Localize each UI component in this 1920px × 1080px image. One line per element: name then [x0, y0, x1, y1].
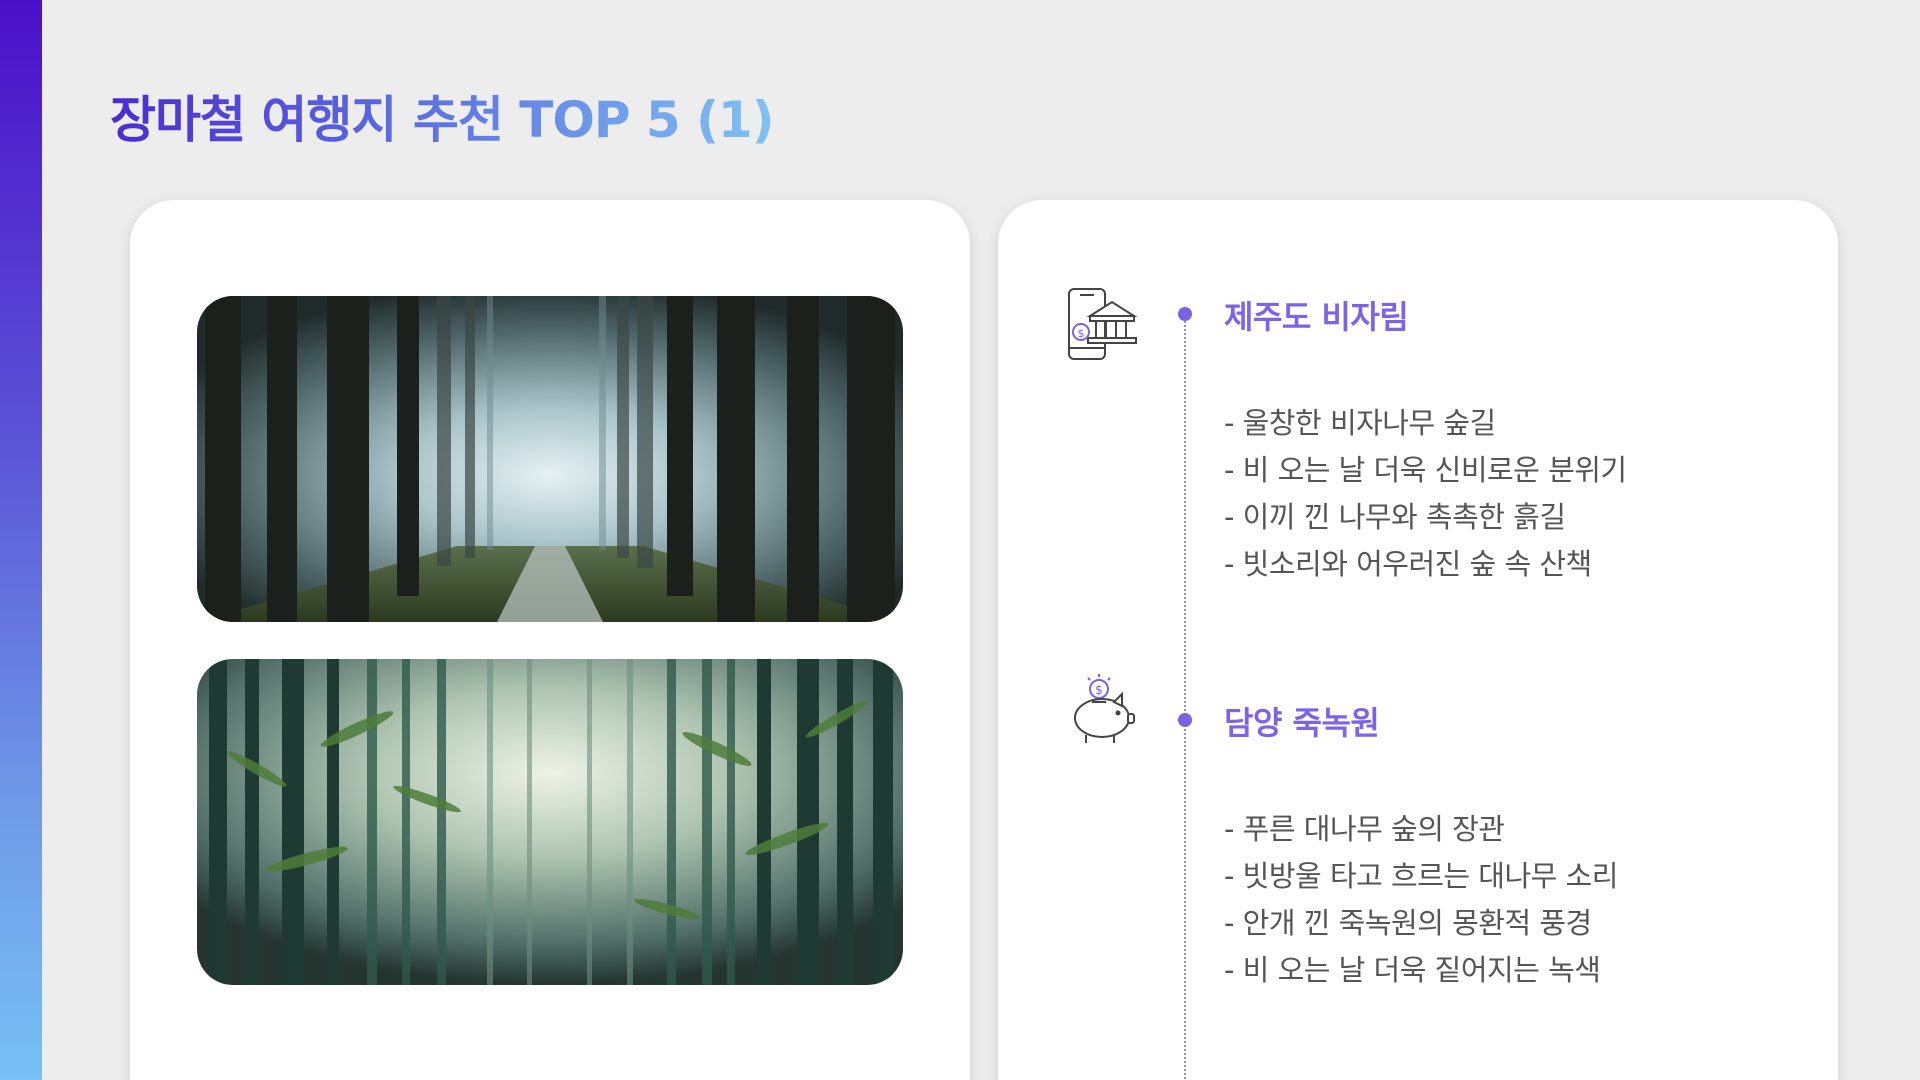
section-title-bijarim: 제주도 비자림	[1224, 298, 1409, 336]
list-item: - 푸른 대나무 숲의 장관	[1224, 812, 1505, 846]
list-item: - 빗방울 타고 흐르는 대나무 소리	[1224, 859, 1618, 893]
svg-text:$: $	[1078, 327, 1085, 340]
piggy-bank-icon: $	[1066, 672, 1138, 748]
page-title: 장마철 여행지 추천 TOP 5 (1)	[110, 80, 775, 152]
content-card: $ $ 제주도 비자림 - 울창한 비자나무 숲길 - 비 오는 날 더욱 신비…	[998, 200, 1838, 1080]
list-item: - 비 오는 날 더욱 짙어지는 녹색	[1224, 953, 1601, 987]
slide: 장마철 여행지 추천 TOP 5 (1) $ $ 제주도 비자림 - 울창한 비…	[0, 0, 1920, 1080]
bullet-list-bijarim: - 울창한 비자나무 숲길 - 비 오는 날 더욱 신비로운 분위기 - 이끼 …	[1224, 400, 1627, 588]
timeline-dot	[1178, 713, 1192, 727]
image-card	[130, 200, 970, 1080]
list-item: - 안개 낀 죽녹원의 몽환적 풍경	[1224, 906, 1592, 940]
mobile-bank-icon: $	[1066, 286, 1138, 362]
bamboo-forest-photo	[197, 659, 903, 985]
list-item: - 빗소리와 어우러진 숲 속 산책	[1224, 547, 1592, 581]
timeline-dot	[1178, 307, 1192, 321]
list-item: - 비 오는 날 더욱 신비로운 분위기	[1224, 453, 1627, 487]
section-title-juknokwon: 담양 죽녹원	[1224, 704, 1380, 742]
accent-bar	[0, 0, 42, 1080]
list-item: - 울창한 비자나무 숲길	[1224, 406, 1496, 440]
foggy-forest-path-photo	[197, 296, 903, 622]
bullet-list-juknokwon: - 푸른 대나무 숲의 장관 - 빗방울 타고 흐르는 대나무 소리 - 안개 …	[1224, 806, 1618, 994]
list-item: - 이끼 낀 나무와 촉촉한 흙길	[1224, 500, 1566, 534]
svg-text:$: $	[1095, 683, 1103, 697]
timeline-line	[1184, 314, 1186, 1080]
